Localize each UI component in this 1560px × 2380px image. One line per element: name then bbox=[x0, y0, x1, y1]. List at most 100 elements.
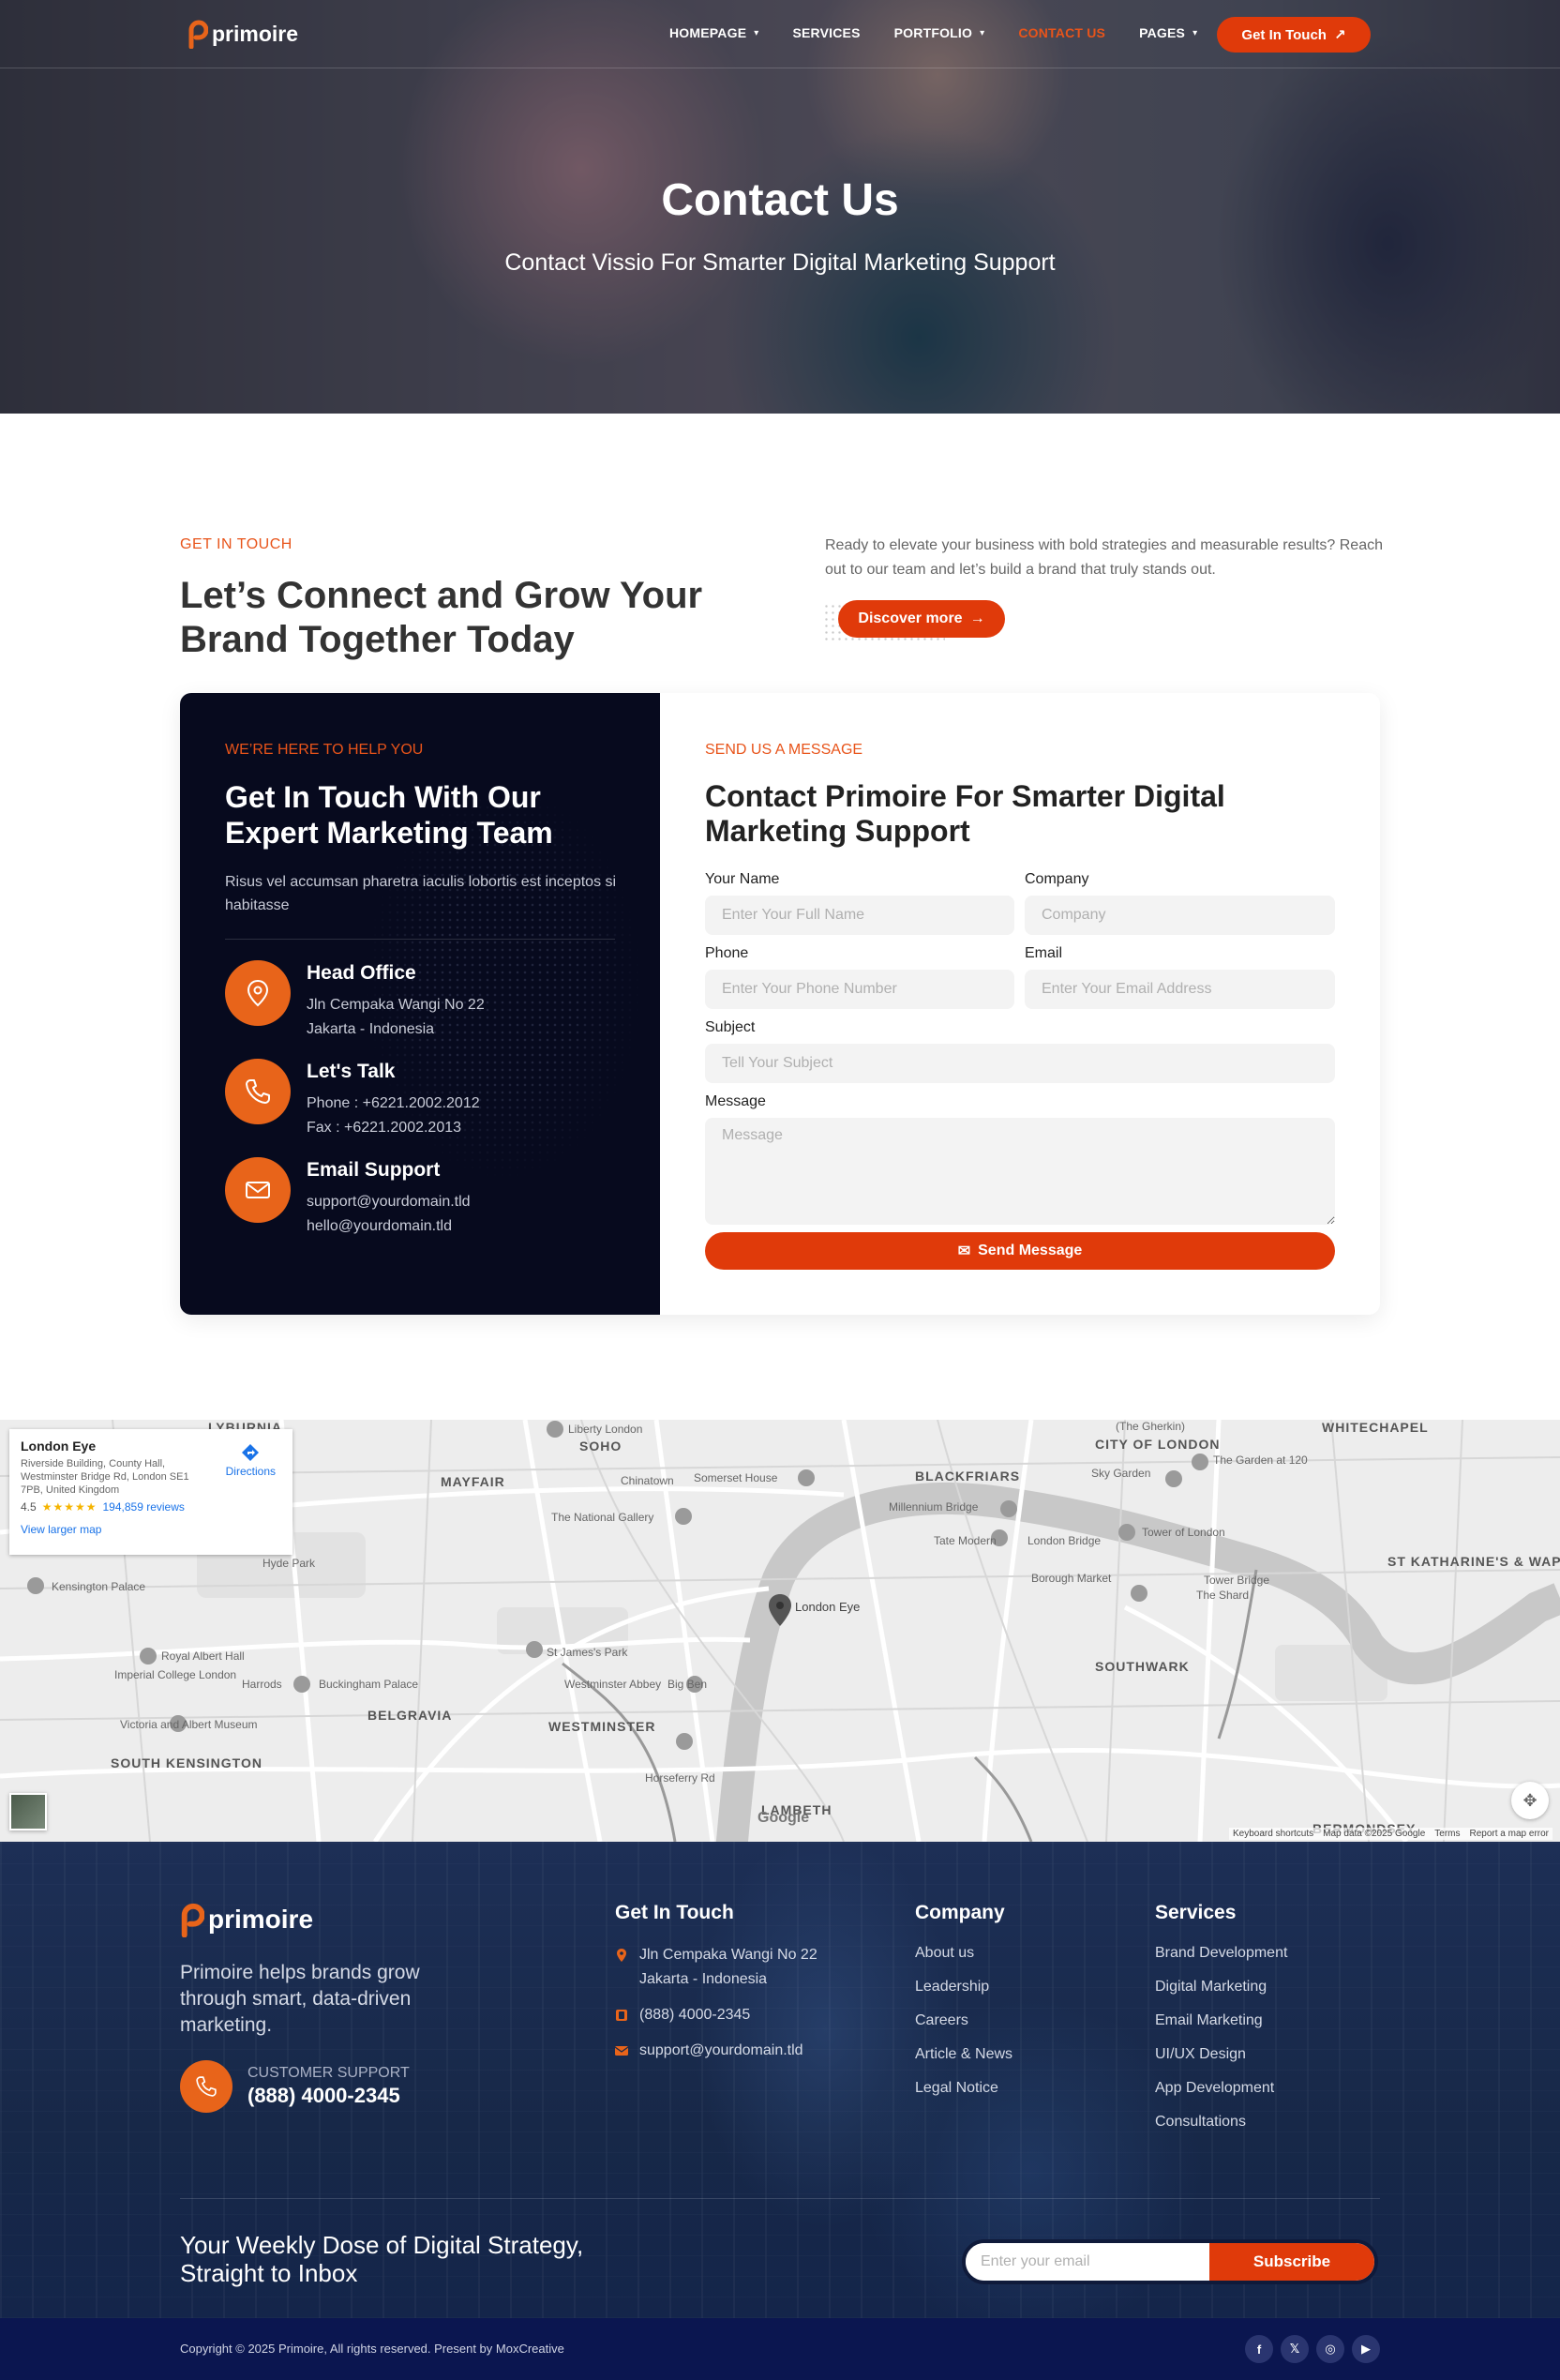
footer-email[interactable]: support@yourdomain.tld bbox=[615, 2039, 887, 2063]
name-input[interactable] bbox=[705, 896, 1014, 935]
subscribe-button[interactable]: Subscribe bbox=[1209, 2243, 1374, 2281]
nav-link-portfolio[interactable]: PORTFOLIO ▾ bbox=[894, 25, 985, 40]
facebook-icon[interactable]: f bbox=[1245, 2335, 1273, 2363]
nav-link-services[interactable]: SERVICES bbox=[792, 25, 860, 40]
footer-service-link[interactable]: App Development bbox=[1155, 2078, 1380, 2099]
map-place-label[interactable]: Harrods bbox=[242, 1678, 282, 1691]
map-place-label[interactable]: The Garden at 120 bbox=[1213, 1454, 1308, 1467]
chevron-down-icon: ▾ bbox=[754, 27, 759, 38]
page-title: Contact Us bbox=[661, 175, 899, 225]
map-attribution-link[interactable]: Keyboard shortcuts bbox=[1233, 1829, 1313, 1839]
panel-divider bbox=[225, 939, 615, 940]
customer-support: CUSTOMER SUPPORT (888) 4000-2345 bbox=[180, 2060, 410, 2113]
hello-email-link[interactable]: hello@yourdomain.tld bbox=[307, 1214, 471, 1239]
email-input[interactable] bbox=[1025, 970, 1335, 1009]
map-place-label[interactable]: Horseferry Rd bbox=[645, 1771, 715, 1785]
head-office-title: Head Office bbox=[307, 962, 416, 984]
newsletter-heading: Your Weekly Dose of Digital Strategy, St… bbox=[180, 2231, 584, 2287]
footer-service-link[interactable]: Digital Marketing bbox=[1155, 1977, 1380, 1997]
chevron-down-icon: ▾ bbox=[980, 27, 985, 38]
map-place-label[interactable]: Tower of London bbox=[1142, 1526, 1225, 1539]
footer-logo[interactable]: primoire bbox=[180, 1902, 313, 1937]
footer-company-link[interactable]: Leadership bbox=[915, 1977, 1121, 1997]
footer-get-in-touch: Get In Touch Jln Cempaka Wangi No 22 Jaka… bbox=[615, 1902, 887, 2074]
reviews-link[interactable]: 194,859 reviews bbox=[102, 1500, 184, 1514]
message-textarea[interactable] bbox=[705, 1118, 1335, 1225]
message-label: Message bbox=[705, 1093, 766, 1109]
footer-company-link[interactable]: Article & News bbox=[915, 2044, 1121, 2065]
map-area-label: CITY OF LONDON bbox=[1095, 1437, 1221, 1452]
support-email-link[interactable]: support@yourdomain.tld bbox=[307, 1190, 471, 1214]
footer-company-link[interactable]: About us bbox=[915, 1943, 1121, 1964]
map-place-label[interactable]: Hyde Park bbox=[262, 1557, 315, 1570]
location-pin-icon[interactable] bbox=[769, 1594, 791, 1626]
nav-link-pages[interactable]: PAGES ▾ bbox=[1139, 25, 1197, 40]
footer-company-link[interactable]: Careers bbox=[915, 2011, 1121, 2031]
star-icons: ★★★★★ bbox=[41, 1500, 98, 1514]
subject-field-group: Subject bbox=[705, 1019, 1335, 1083]
discover-more-button[interactable]: Discover more → bbox=[838, 600, 1005, 638]
site-footer: primoire Primoire helps brands grow thro… bbox=[0, 1842, 1560, 2318]
email-support-title: Email Support bbox=[307, 1159, 441, 1181]
name-field-group: Your Name bbox=[705, 871, 1014, 935]
satellite-toggle[interactable] bbox=[9, 1793, 47, 1830]
map-place-label[interactable]: Tate Modern bbox=[934, 1534, 997, 1547]
map-place-label[interactable]: Imperial College London bbox=[114, 1668, 236, 1681]
map-place-label[interactable]: Tower Bridge bbox=[1204, 1574, 1269, 1587]
map-place-label[interactable]: Big Ben bbox=[668, 1678, 707, 1691]
form-title: Contact Primoire For Smarter Digital Mar… bbox=[705, 779, 1225, 848]
map-place-label[interactable]: St James's Park bbox=[547, 1646, 627, 1659]
directions-button[interactable]: Directions bbox=[226, 1442, 276, 1478]
subject-input[interactable] bbox=[705, 1044, 1335, 1083]
map-place-label[interactable]: Millennium Bridge bbox=[889, 1500, 978, 1514]
footer-service-link[interactable]: Consultations bbox=[1155, 2112, 1380, 2132]
map-place-label[interactable]: The National Gallery bbox=[551, 1511, 653, 1524]
site-logo[interactable]: primoire bbox=[188, 19, 298, 49]
map-place-label[interactable]: Sky Garden bbox=[1091, 1467, 1150, 1480]
send-message-button[interactable]: ✉ Send Message bbox=[705, 1232, 1335, 1270]
footer-company-link[interactable]: Legal Notice bbox=[915, 2078, 1121, 2099]
company-input[interactable] bbox=[1025, 896, 1335, 935]
map-place-label[interactable]: London Bridge bbox=[1028, 1534, 1101, 1547]
footer-service-link[interactable]: Brand Development bbox=[1155, 1943, 1380, 1964]
footer-service-link[interactable]: UI/UX Design bbox=[1155, 2044, 1380, 2065]
map-place-label[interactable]: Borough Market bbox=[1031, 1572, 1111, 1585]
get-in-touch-button[interactable]: Get In Touch ↗ bbox=[1217, 17, 1371, 53]
map-place-label[interactable]: Liberty London bbox=[568, 1423, 642, 1436]
location-pin-icon bbox=[617, 1949, 626, 1962]
x-icon[interactable]: 𝕏 bbox=[1281, 2335, 1309, 2363]
phone-field-group: Phone bbox=[705, 945, 1014, 1009]
map-place-label[interactable]: Kensington Palace bbox=[52, 1580, 145, 1593]
youtube-icon[interactable]: ▶ bbox=[1352, 2335, 1380, 2363]
map-place-label[interactable]: Buckingham Palace bbox=[319, 1678, 418, 1691]
place-address: Riverside Building, County Hall, Westmin… bbox=[21, 1458, 189, 1496]
map-place-label[interactable]: Victoria and Albert Museum bbox=[120, 1718, 258, 1731]
location-map[interactable]: MAYFAIR SOHO BLACKFRIARS CITY OF LONDON WHIT… bbox=[0, 1420, 1560, 1842]
map-place-label[interactable]: (The Gherkin) bbox=[1116, 1420, 1185, 1433]
map-place-label[interactable]: Royal Albert Hall bbox=[161, 1649, 245, 1663]
chevron-down-icon: ▾ bbox=[1192, 27, 1198, 38]
map-place-label[interactable]: Chinatown bbox=[621, 1474, 674, 1487]
map-attribution-link[interactable]: Report a map error bbox=[1470, 1829, 1549, 1839]
lets-talk-title: Let's Talk bbox=[307, 1061, 396, 1082]
map-camera-control[interactable]: ✥ bbox=[1511, 1782, 1549, 1819]
newsletter-email-input[interactable] bbox=[966, 2243, 1209, 2281]
nav-link-homepage[interactable]: HOMEPAGE ▾ bbox=[669, 25, 758, 40]
support-number[interactable]: (888) 4000-2345 bbox=[248, 2084, 410, 2108]
instagram-icon[interactable]: ◎ bbox=[1316, 2335, 1344, 2363]
map-place-label[interactable]: Westminster Abbey bbox=[564, 1678, 661, 1691]
map-attribution-link[interactable]: Terms bbox=[1434, 1829, 1460, 1839]
phone-input[interactable] bbox=[705, 970, 1014, 1009]
map-place-label[interactable]: The Shard bbox=[1196, 1589, 1249, 1602]
map-attribution-link[interactable]: Map data ©2025 Google bbox=[1323, 1829, 1425, 1839]
view-larger-map-link[interactable]: View larger map bbox=[21, 1523, 281, 1536]
main-navigation: primoire HOMEPAGE ▾ SERVICES PORTFOLIO ▾ CONT… bbox=[0, 0, 1560, 68]
google-logo: Google bbox=[758, 1810, 810, 1826]
logo-text: primoire bbox=[212, 21, 299, 46]
map-place-label[interactable]: Somerset House bbox=[694, 1471, 777, 1484]
map-area-label: SOHO bbox=[579, 1439, 622, 1454]
footer-service-link[interactable]: Email Marketing bbox=[1155, 2011, 1380, 2031]
footer-column-title: Get In Touch bbox=[615, 1902, 734, 1923]
nav-link-contact-us[interactable]: CONTACT US bbox=[1018, 25, 1105, 40]
footer-phone[interactable]: (888) 4000-2345 bbox=[615, 2003, 887, 2027]
